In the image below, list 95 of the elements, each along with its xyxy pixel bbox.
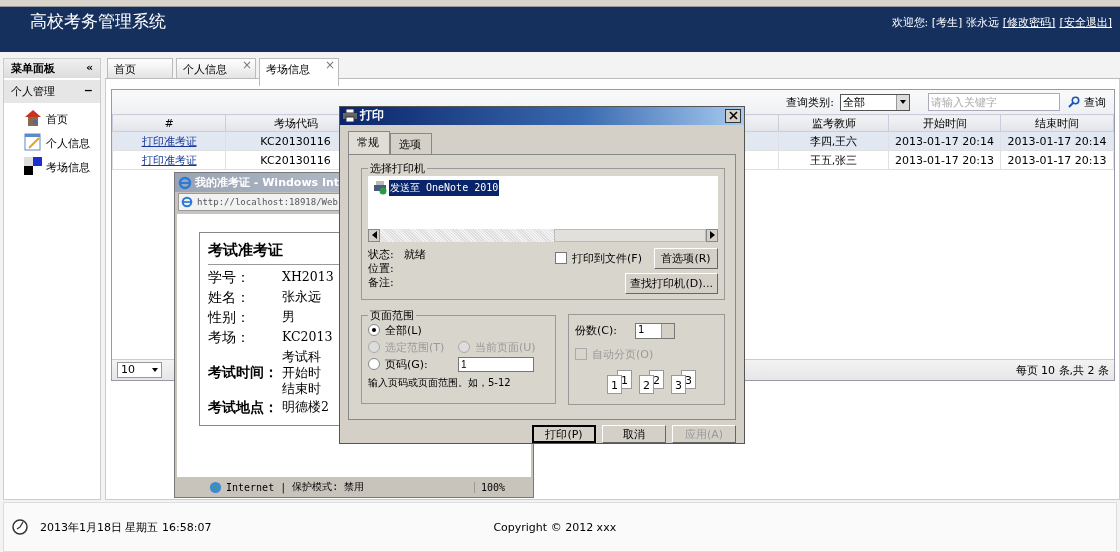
toggle-button[interactable]: −: [83, 84, 93, 99]
field-value: 结束时: [282, 381, 321, 397]
field-value: 明德楼2: [282, 399, 329, 415]
clock-icon: [12, 519, 28, 535]
table-cell: 2013-01-17 20:13: [1000, 150, 1114, 170]
pager-summary: 每页 10 条,共 2 条: [1015, 362, 1109, 378]
column-header: 监考教师: [778, 114, 889, 132]
header-link[interactable]: [修改密码]: [1002, 15, 1056, 52]
page-tab[interactable]: 首页: [107, 58, 173, 78]
page-sheet: 1: [607, 374, 622, 394]
copies-spinner[interactable]: 1: [635, 322, 675, 339]
collapse-button[interactable]: «: [85, 61, 93, 76]
printer-item[interactable]: 发送至 OneNote 2010: [389, 179, 500, 196]
field-label: 学号：: [208, 268, 251, 287]
close-button[interactable]: [725, 108, 741, 123]
field-label: 性别：: [208, 308, 251, 327]
page-tab[interactable]: 考场信息 ×: [259, 58, 339, 86]
group-title: 页面范围: [369, 307, 415, 323]
notepad-icon: [24, 133, 42, 151]
zone-text: Internet: [226, 481, 275, 493]
table-cell: 2013-01-17 20:13: [888, 150, 1001, 170]
dialog-button[interactable]: 打印(P): [532, 425, 596, 443]
field-value: 张永远: [282, 289, 321, 305]
search-field[interactable]: 请输入关键字: [928, 93, 1060, 111]
house-icon: [24, 109, 42, 127]
group-title: 选择打印机: [369, 160, 426, 176]
group-title[interactable]: 个人管理: [11, 84, 55, 99]
page-sheet: 3: [671, 374, 686, 394]
copyright-text: Copyright © 2012 xxx: [493, 520, 617, 534]
page-sheet: 2: [639, 374, 654, 394]
checkbox[interactable]: [555, 252, 568, 265]
sidebar-title: 菜单面板: [11, 61, 55, 76]
dialog-tab[interactable]: 常规: [348, 130, 390, 154]
preferences-button[interactable]: 首选项(R): [654, 247, 718, 269]
sidebar-item[interactable]: 考场信息: [46, 160, 90, 175]
field-label: 姓名：: [208, 288, 251, 307]
page-size-select[interactable]: 10: [117, 362, 162, 378]
field-value: XH2013: [282, 269, 334, 285]
close-icon: [728, 111, 738, 121]
column-header: #: [112, 114, 226, 132]
sidebar-item[interactable]: 首页: [46, 112, 68, 127]
printer-list[interactable]: 发送至 OneNote 2010: [368, 175, 718, 242]
zoom-control[interactable]: 100%: [473, 481, 505, 493]
address-text: http://localhost:18918/Web: [197, 197, 338, 207]
printer-icon: [372, 180, 388, 195]
status-value: 就绪: [403, 247, 426, 261]
checkbox-label: 自动分页(O): [592, 346, 654, 362]
date-time: 2013年1月18日 星期五 16:58:07: [40, 519, 212, 535]
find-printer-button[interactable]: 查找打印机(D)...: [625, 272, 718, 294]
close-icon[interactable]: ×: [324, 58, 335, 72]
close-icon[interactable]: ×: [241, 58, 252, 72]
radio-button[interactable]: [368, 324, 380, 337]
protected-mode-text: 保护模式: 禁用: [292, 480, 365, 494]
column-header: 开始时间: [888, 114, 1001, 132]
dialog-tab[interactable]: 选项: [390, 132, 432, 154]
field-label: 考试地点：: [208, 398, 279, 417]
scrollbar[interactable]: [368, 228, 718, 242]
left-arrow-icon[interactable]: [371, 231, 377, 240]
right-arrow-icon[interactable]: [709, 231, 715, 240]
field-value: KC2013: [282, 329, 333, 345]
column-header: 结束时间: [1000, 114, 1114, 132]
dialog-button[interactable]: 取消: [602, 425, 666, 443]
search-button[interactable]: 查询: [1066, 94, 1108, 110]
field-value: 考试科: [282, 349, 321, 365]
sidebar-item[interactable]: 个人信息: [46, 136, 90, 151]
globe-icon: [209, 480, 222, 494]
radio-label: 页码(G):: [385, 356, 428, 372]
field-label: 考试时间：: [208, 363, 279, 382]
separator-text: |: [280, 481, 287, 493]
field-value: 开始时: [282, 365, 321, 381]
app-title: 高校考务管理系统: [30, 10, 166, 33]
filter-label: 查询类别:: [786, 94, 834, 110]
checkbox-label: 打印到文件(F): [572, 250, 642, 266]
status-label: 状态:: [368, 247, 394, 261]
status-label: 位置:: [368, 261, 394, 275]
status-label: 备注:: [368, 275, 394, 289]
category-select[interactable]: 全部: [840, 93, 910, 111]
table-cell: 王五,张三: [778, 150, 889, 170]
welcome-text: 欢迎您: [考生] 张永远: [891, 15, 999, 31]
range-hint: 输入页码或页面范围。如，5-12: [368, 375, 512, 390]
field-value: 男: [282, 309, 295, 325]
radio-label: 全部(L): [385, 322, 422, 338]
printer-icon: [343, 109, 357, 123]
window-title: 我的准考证 - Windows Int: [195, 175, 340, 190]
field-label: 考场：: [208, 328, 251, 347]
browser-icon: [178, 175, 192, 190]
page-input[interactable]: 1: [458, 356, 534, 372]
blocks-icon: [24, 157, 42, 175]
browser-icon: [181, 196, 193, 208]
copies-label: 份数(C):: [575, 323, 617, 339]
header-link[interactable]: [安全退出]: [1059, 15, 1112, 52]
page-tab[interactable]: 个人信息 ×: [176, 58, 256, 78]
radio-button[interactable]: [368, 358, 380, 371]
dropdown-icon: [896, 94, 909, 110]
search-icon: [1068, 96, 1080, 108]
